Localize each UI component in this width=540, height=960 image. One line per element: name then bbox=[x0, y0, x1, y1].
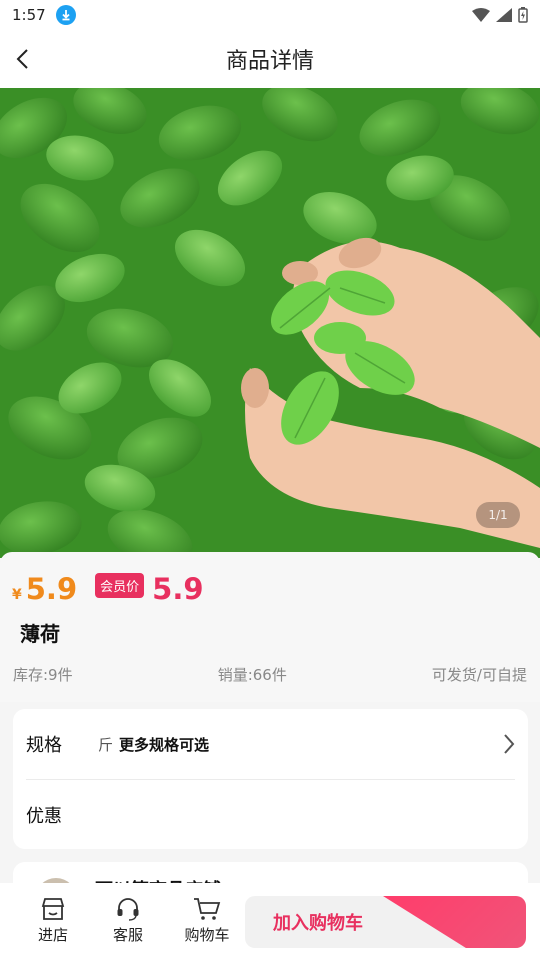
headset-icon bbox=[117, 898, 139, 921]
cart-label: 购物车 bbox=[184, 926, 230, 944]
mint-leaves-image bbox=[0, 88, 540, 558]
currency-symbol: ¥ bbox=[12, 587, 22, 603]
page-title: 商品详情 bbox=[225, 49, 314, 74]
customer-service-button[interactable]: 客服 bbox=[98, 897, 158, 947]
back-button[interactable] bbox=[6, 43, 38, 75]
image-counter: 1/1 bbox=[476, 502, 520, 528]
add-to-cart-button[interactable]: 加入购物车 bbox=[245, 896, 526, 948]
status-icons bbox=[472, 7, 528, 23]
product-image[interactable]: 1/1 bbox=[0, 88, 540, 558]
store-icon bbox=[41, 898, 65, 920]
spec-value: 更多规格可选 bbox=[119, 735, 210, 754]
cta-accent-shape bbox=[383, 896, 526, 948]
customer-service-label: 客服 bbox=[112, 926, 143, 944]
delivery-options: 可发货/可自提 bbox=[431, 666, 527, 684]
signal-icon bbox=[496, 8, 512, 22]
price: 5.9 bbox=[25, 572, 78, 606]
discount-row[interactable]: 优惠 bbox=[13, 780, 528, 849]
chevron-left-icon bbox=[16, 49, 28, 69]
spec-label: 规格 bbox=[26, 735, 62, 756]
chevron-right-icon bbox=[504, 734, 515, 754]
spec-row[interactable]: 规格 斤 更多规格可选 bbox=[13, 709, 528, 779]
shopping-cart-icon bbox=[194, 898, 221, 920]
sales-count: 销量:66件 bbox=[217, 666, 287, 684]
member-price: 5.9 bbox=[152, 572, 204, 606]
product-info-card: ¥ 5.9 会员价 5.9 薄荷 库存:9件 销量:66件 可发货/可自提 bbox=[0, 552, 540, 702]
product-name: 薄荷 bbox=[20, 622, 60, 646]
cart-button[interactable]: 购物车 bbox=[177, 897, 237, 947]
enter-store-label: 进店 bbox=[37, 926, 68, 944]
member-price-badge: 会员价 bbox=[95, 572, 145, 598]
battery-icon bbox=[518, 7, 528, 23]
spec-card: 规格 斤 更多规格可选 优惠 bbox=[13, 709, 528, 849]
enter-store-button[interactable]: 进店 bbox=[23, 897, 83, 947]
wifi-icon bbox=[472, 8, 490, 22]
stock-count: 库存:9件 bbox=[13, 666, 73, 684]
discount-label: 优惠 bbox=[26, 805, 62, 827]
download-icon bbox=[55, 5, 76, 25]
nav-bar: 商品详情 bbox=[0, 30, 540, 88]
price-row: ¥ 5.9 会员价 5.9 bbox=[12, 572, 204, 606]
status-bar: 1:57 bbox=[0, 0, 540, 30]
add-to-cart-label: 加入购物车 bbox=[273, 913, 363, 934]
spec-unit: 斤 bbox=[98, 735, 114, 754]
status-time: 1:57 bbox=[12, 6, 46, 24]
product-meta-row: 库存:9件 销量:66件 可发货/可自提 bbox=[13, 664, 527, 685]
bottom-action-bar: 进店 客服 购物车 加入购物车 bbox=[0, 883, 540, 960]
